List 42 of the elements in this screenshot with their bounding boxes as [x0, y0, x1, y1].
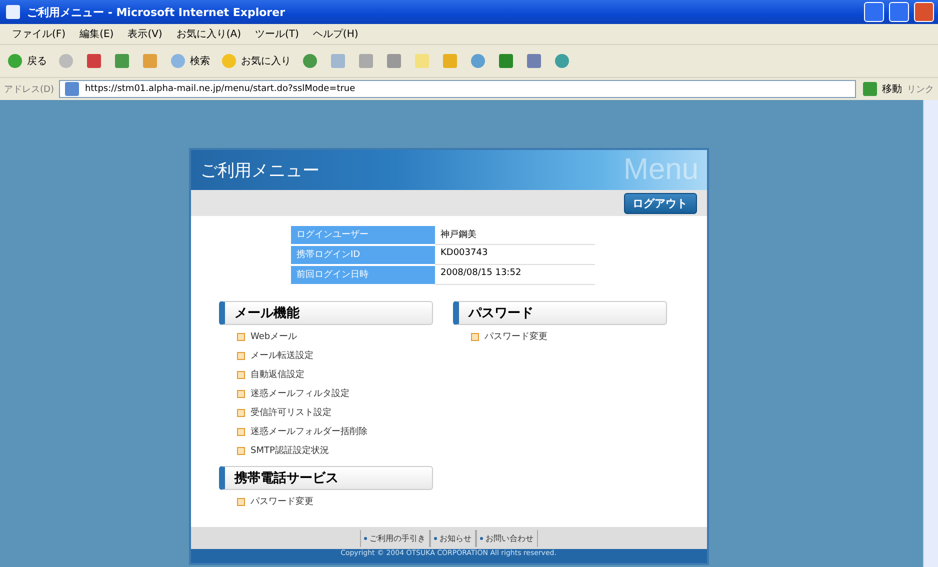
address-field[interactable]: https://stm01.alpha-mail.ne.jp/menu/start.do?sslMode=true	[58, 80, 856, 98]
info-label: 携帯ログインID	[290, 246, 434, 264]
back-button[interactable]: 戻る	[6, 52, 47, 70]
logout-button[interactable]: ログアウト	[624, 192, 696, 214]
maximize-button[interactable]	[889, 2, 909, 22]
links-label[interactable]: リンク	[907, 82, 934, 96]
menu-item[interactable]: 表示(V)	[128, 27, 162, 41]
footer-link[interactable]: お知らせ	[430, 530, 476, 546]
menu-link[interactable]: 自動返信設定	[218, 367, 432, 382]
minimize-button[interactable]	[864, 2, 884, 22]
info-value: 神戸鋼美	[434, 226, 594, 245]
info-label: ログインユーザー	[290, 226, 434, 244]
section-heading: メール機能	[218, 301, 432, 325]
info-value: KD003743	[434, 246, 594, 265]
info-value: 2008/08/15 13:52	[434, 266, 594, 285]
favorites-button[interactable]: お気に入り	[220, 52, 291, 70]
menu-item[interactable]: 編集(E)	[80, 27, 114, 41]
menu-link[interactable]: 迷惑メールフィルタ設定	[218, 386, 432, 401]
close-button[interactable]	[914, 2, 934, 22]
page-title: ご利用メニュー	[200, 160, 320, 182]
section-heading: パスワード	[452, 301, 666, 325]
address-label: アドレス(D)	[4, 84, 54, 96]
menu-item[interactable]: ファイル(F)	[12, 27, 66, 41]
menu-item[interactable]: ヘルプ(H)	[312, 27, 358, 41]
footer-link[interactable]: ご利用の手引き	[360, 530, 430, 546]
menu-link[interactable]: パスワード変更	[452, 329, 666, 344]
header-decoration: Menu	[623, 153, 698, 187]
menu-link[interactable]: SMTP認証設定状況	[218, 443, 432, 458]
scrollbar[interactable]	[923, 100, 938, 567]
section-heading: 携帯電話サービス	[218, 466, 432, 490]
go-button[interactable]: 移動	[861, 80, 902, 98]
info-label: 前回ログイン日時	[290, 266, 434, 284]
menu-link[interactable]: Webメール	[218, 329, 432, 344]
footer-link[interactable]: お問い合わせ	[476, 530, 538, 546]
menu-item[interactable]: ツール(T)	[255, 27, 299, 41]
search-button[interactable]: 検索	[169, 52, 210, 70]
menu-link[interactable]: メール転送設定	[218, 348, 432, 363]
menu-link[interactable]: パスワード変更	[218, 494, 432, 509]
window-title: ご利用メニュー - Microsoft Internet Explorer	[27, 4, 286, 20]
menu-link[interactable]: 迷惑メールフォルダー括削除	[218, 424, 432, 439]
menu-link[interactable]: 受信許可リスト設定	[218, 405, 432, 420]
menu-item[interactable]: お気に入り(A)	[176, 27, 241, 41]
